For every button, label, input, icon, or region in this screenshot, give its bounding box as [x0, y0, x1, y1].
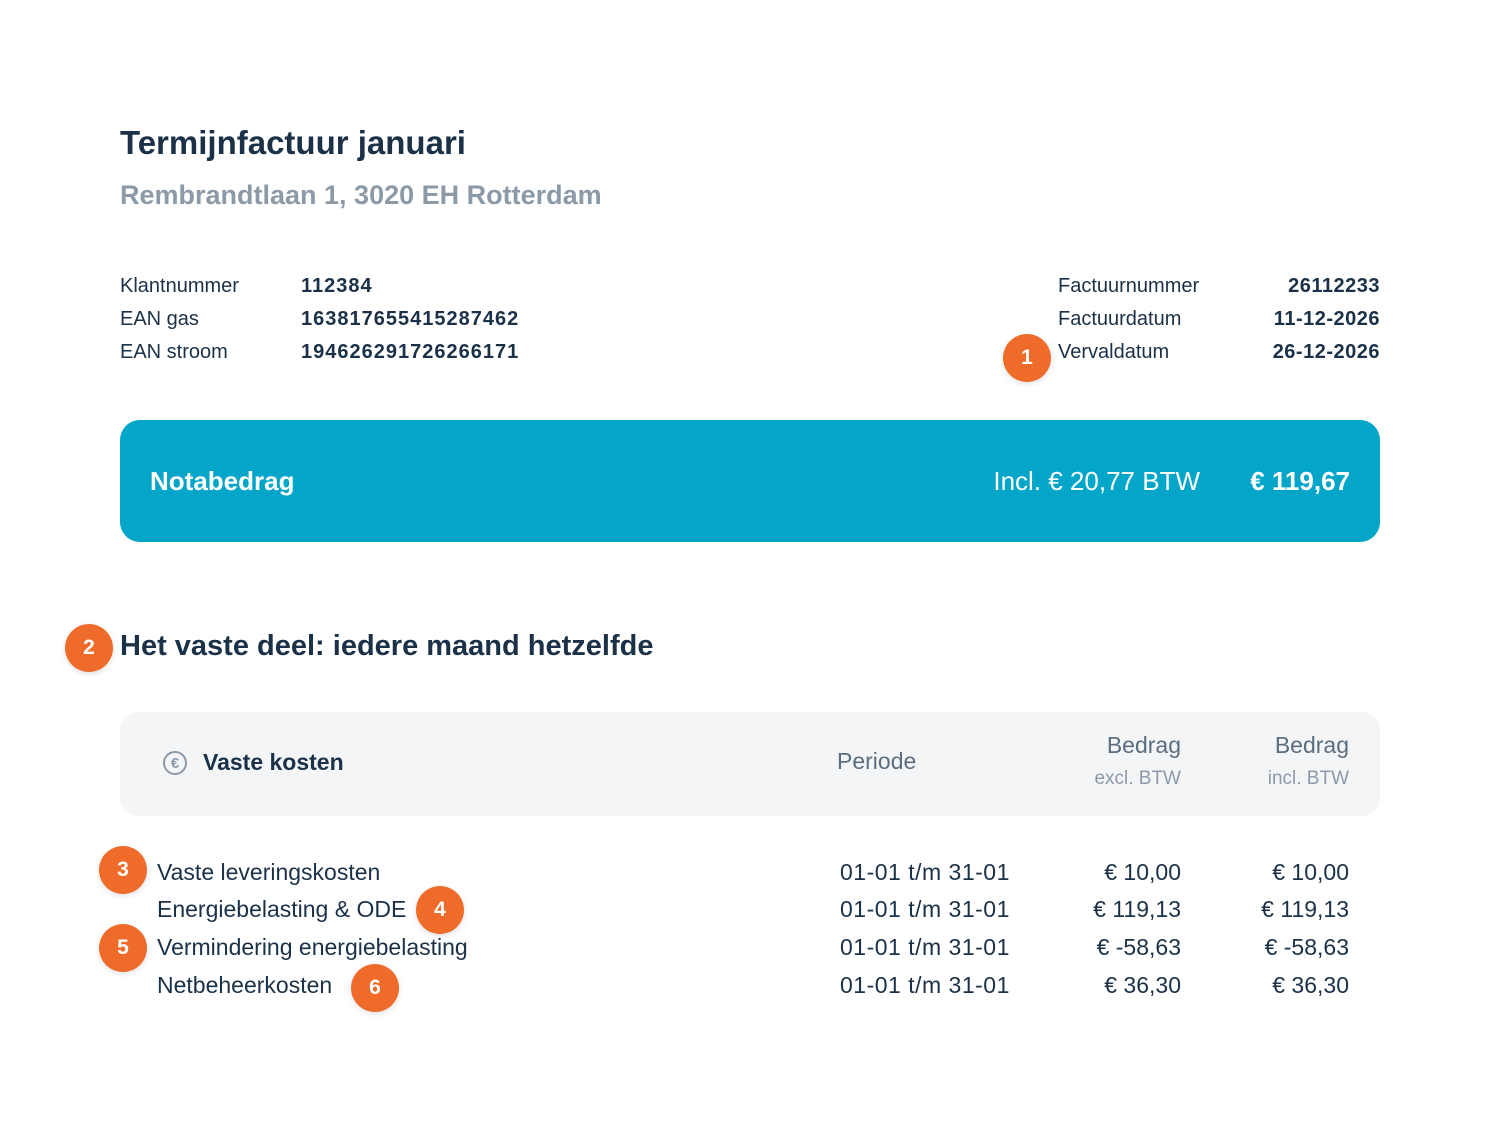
- total-vat: Incl. € 20,77 BTW: [993, 465, 1200, 496]
- row-period: 01-01 t/m 31-01: [840, 896, 1010, 922]
- column-header-incl: Bedrag incl. BTW: [1189, 730, 1349, 790]
- row-amount-incl: € 119,13: [1261, 896, 1349, 922]
- annotation-badge-2: 2: [65, 624, 113, 672]
- table-row: Vaste leveringskosten 01-01 t/m 31-01 € …: [0, 854, 1500, 892]
- invoice-title: Termijnfactuur januari: [120, 124, 466, 161]
- customer-info: Klantnummer 112384 EAN gas 1638176554152…: [120, 270, 519, 369]
- total-label: Notabedrag: [150, 465, 295, 496]
- annotation-badge-4: 4: [416, 886, 464, 934]
- row-amount-excl: € -58,63: [1096, 934, 1181, 960]
- column-header-excl: Bedrag excl. BTW: [1021, 730, 1181, 790]
- annotation-badge-1: 1: [1003, 334, 1051, 382]
- row-period: 01-01 t/m 31-01: [840, 972, 1010, 998]
- table-row: Energiebelasting & ODE 01-01 t/m 31-01 €…: [0, 891, 1500, 929]
- info-label: Klantnummer: [120, 275, 239, 297]
- column-header-sub: incl. BTW: [1267, 768, 1349, 789]
- row-amount-incl: € 10,00: [1272, 859, 1349, 885]
- info-value: 163817655415287462: [301, 308, 520, 330]
- row-amount-excl: € 36,30: [1104, 972, 1181, 998]
- info-value: 194626291726266171: [301, 341, 520, 363]
- row-amount-incl: € 36,30: [1272, 972, 1349, 998]
- column-header-main: Bedrag: [1274, 732, 1349, 758]
- column-header-sub: excl. BTW: [1094, 768, 1181, 789]
- row-amount-excl: € 119,13: [1093, 896, 1181, 922]
- info-row-klantnummer: Klantnummer 112384: [120, 270, 519, 303]
- annotation-badge-5: 5: [99, 924, 147, 972]
- total-amount: € 119,67: [1250, 465, 1350, 496]
- annotation-badge-3: 3: [99, 846, 147, 894]
- table-header: € Vaste kosten Periode Bedrag excl. BTW …: [120, 712, 1380, 816]
- table-row: Vermindering energiebelasting 01-01 t/m …: [0, 929, 1500, 967]
- info-label: EAN gas: [120, 308, 199, 330]
- total-amount-bar: Notabedrag Incl. € 20,77 BTW € 119,67: [120, 420, 1380, 542]
- euro-icon: €: [163, 751, 187, 775]
- column-header-periode: Periode: [837, 748, 917, 774]
- row-period: 01-01 t/m 31-01: [840, 934, 1010, 960]
- row-period: 01-01 t/m 31-01: [840, 859, 1010, 885]
- info-value: 11-12-2026: [1273, 308, 1380, 330]
- table-title: Vaste kosten: [203, 749, 344, 775]
- row-name: Vaste leveringskosten: [157, 859, 381, 885]
- info-row-factuurnummer: Factuurnummer 26112233: [1058, 270, 1380, 303]
- info-row-ean-gas: EAN gas 163817655415287462: [120, 303, 519, 336]
- info-label: Factuurnummer: [1058, 275, 1200, 297]
- info-row-ean-stroom: EAN stroom 194626291726266171: [120, 336, 519, 369]
- info-value: 26-12-2026: [1272, 341, 1380, 363]
- table-row: Netbeheerkosten 01-01 t/m 31-01 € 36,30 …: [0, 967, 1500, 1005]
- section-title: Het vaste deel: iedere maand hetzelfde: [120, 630, 654, 662]
- row-name: Netbeheerkosten: [157, 972, 333, 998]
- annotation-badge-6: 6: [351, 964, 399, 1012]
- info-value: 112384: [301, 275, 373, 297]
- info-row-vervaldatum: Vervaldatum 26-12-2026: [1058, 336, 1380, 369]
- invoice-info: Factuurnummer 26112233 Factuurdatum 11-1…: [1058, 270, 1380, 369]
- info-label: Factuurdatum: [1058, 308, 1182, 330]
- column-header-main: Bedrag: [1106, 732, 1181, 758]
- row-amount-excl: € 10,00: [1104, 859, 1181, 885]
- row-name: Vermindering energiebelasting: [157, 934, 468, 960]
- row-name: Energiebelasting & ODE: [157, 896, 407, 922]
- info-label: Vervaldatum: [1058, 341, 1170, 363]
- invoice-address: Rembrandtlaan 1, 3020 EH Rotterdam: [120, 180, 602, 210]
- info-label: EAN stroom: [120, 341, 228, 363]
- row-amount-incl: € -58,63: [1264, 934, 1349, 960]
- info-row-factuurdatum: Factuurdatum 11-12-2026: [1058, 303, 1380, 336]
- info-value: 26112233: [1288, 275, 1380, 297]
